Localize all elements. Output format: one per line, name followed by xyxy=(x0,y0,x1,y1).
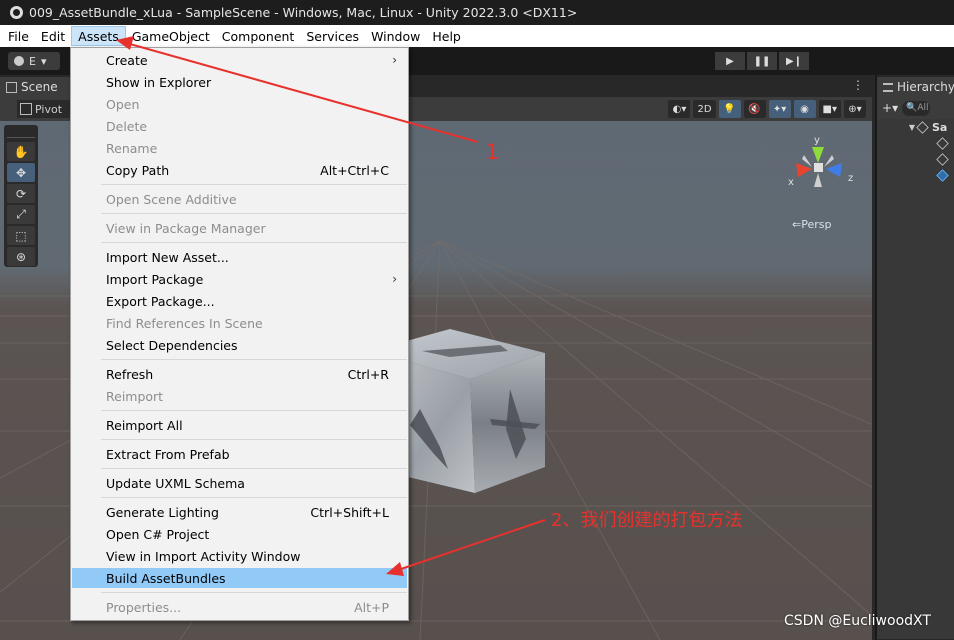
annotation-arrow-2 xyxy=(397,519,546,571)
annotation-overlay xyxy=(116,36,546,576)
annotation-label-1: 1 xyxy=(486,140,500,164)
annotation-arrowhead-1 xyxy=(116,36,134,50)
annotation-label-2: 2、我们创建的打包方法 xyxy=(551,510,743,531)
annotation-arrowhead-2 xyxy=(386,562,404,576)
watermark: CSDN @EucliwoodXT xyxy=(784,613,931,629)
annotation-arrow-1 xyxy=(129,43,479,143)
